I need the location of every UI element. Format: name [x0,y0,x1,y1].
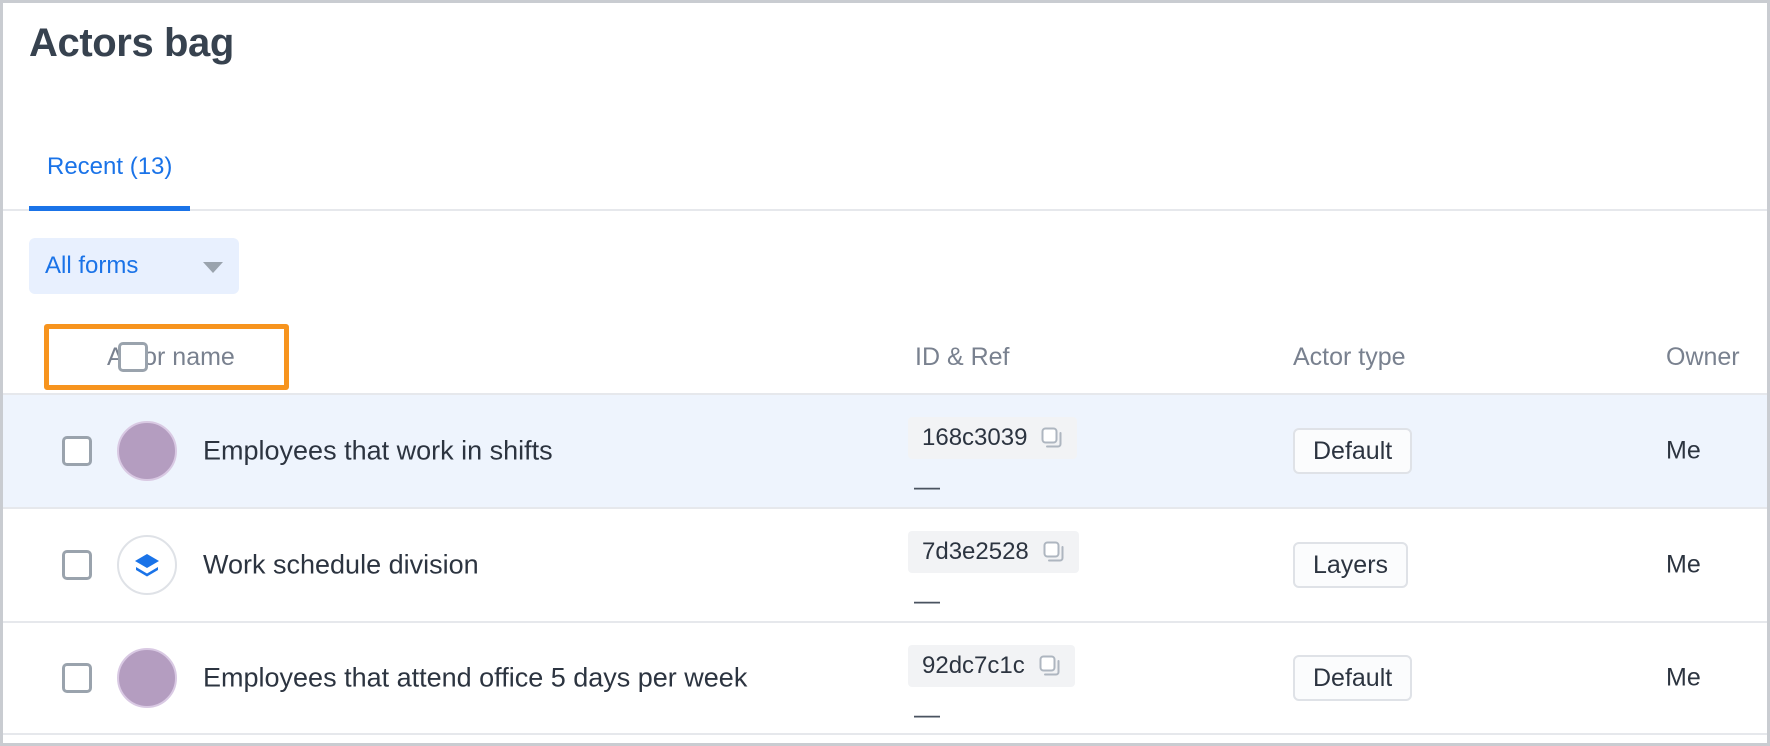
table-header-row: Actor name ID & Ref Actor type Owner [3,321,1767,393]
person-avatar [117,421,177,481]
column-header-id-ref-label: ID & Ref [915,342,1010,371]
row-id-value: 92dc7c1c [922,652,1025,679]
page-title: Actors bag [29,21,234,65]
column-header-actor-type[interactable]: Actor type [1293,321,1406,393]
row-checkbox[interactable] [62,550,92,580]
row-type-badge[interactable]: Default [1293,428,1413,474]
row-type-badge[interactable]: Default [1293,655,1413,701]
row-owner-value: Me [1666,663,1701,692]
row-type-cell: Layers [1293,542,1409,588]
all-forms-dropdown[interactable]: All forms [29,238,239,294]
tab-recent-label: Recent (13) [47,153,173,180]
row-actor-name: Work schedule division [203,549,479,580]
row-owner-value: Me [1666,436,1701,465]
table-row[interactable]: Work schedule division 7d3e2528 — Layers… [3,507,1767,621]
row-id-cell: 7d3e2528 — [908,531,1079,613]
row-type-cell: Default [1293,655,1413,701]
column-header-owner[interactable]: Owner [1666,321,1740,393]
table-row[interactable]: Employees that attend office 5 days per … [3,621,1767,735]
row-type-cell: Default [1293,428,1413,474]
table-row[interactable]: Employees that work in shifts 168c3039 —… [3,393,1767,507]
row-id-cell: 92dc7c1c — [908,645,1075,727]
row-ref-value: — [914,585,940,615]
row-id-pill[interactable]: 168c3039 [908,417,1078,459]
actors-bag-window: Actors bag Recent (13) All forms Actor n… [0,0,1770,746]
row-id-value: 7d3e2528 [922,538,1029,565]
row-id-pill[interactable]: 7d3e2528 [908,531,1079,573]
all-forms-dropdown-label: All forms [45,252,139,279]
row-ref-value: — [914,471,940,501]
tab-bar: Recent (13) [3,123,1767,211]
chevron-down-icon [203,262,223,273]
row-ref-value: — [914,699,940,729]
column-header-owner-label: Owner [1666,342,1740,371]
layers-icon [135,554,159,577]
row-actor-name: Employees that attend office 5 days per … [203,662,748,693]
row-type-badge[interactable]: Layers [1293,542,1409,588]
column-header-actor-type-label: Actor type [1293,342,1406,371]
actors-table: Actor name ID & Ref Actor type Owner Emp… [3,321,1767,735]
copy-icon[interactable] [1039,655,1061,677]
column-header-actor-name[interactable]: Actor name [59,321,235,393]
select-all-checkbox[interactable] [118,342,148,372]
person-avatar [117,648,177,708]
row-id-pill[interactable]: 92dc7c1c [908,645,1075,687]
row-owner-value: Me [1666,550,1701,579]
row-checkbox[interactable] [62,436,92,466]
row-id-value: 168c3039 [922,424,1028,451]
row-id-cell: 168c3039 — [908,417,1078,501]
copy-icon[interactable] [1043,541,1065,563]
layers-avatar [117,535,177,595]
column-header-id-ref[interactable]: ID & Ref [915,321,1009,393]
tab-recent[interactable]: Recent (13) [29,123,191,211]
copy-icon[interactable] [1041,427,1063,449]
row-actor-name: Employees that work in shifts [203,435,553,466]
row-checkbox[interactable] [62,663,92,693]
